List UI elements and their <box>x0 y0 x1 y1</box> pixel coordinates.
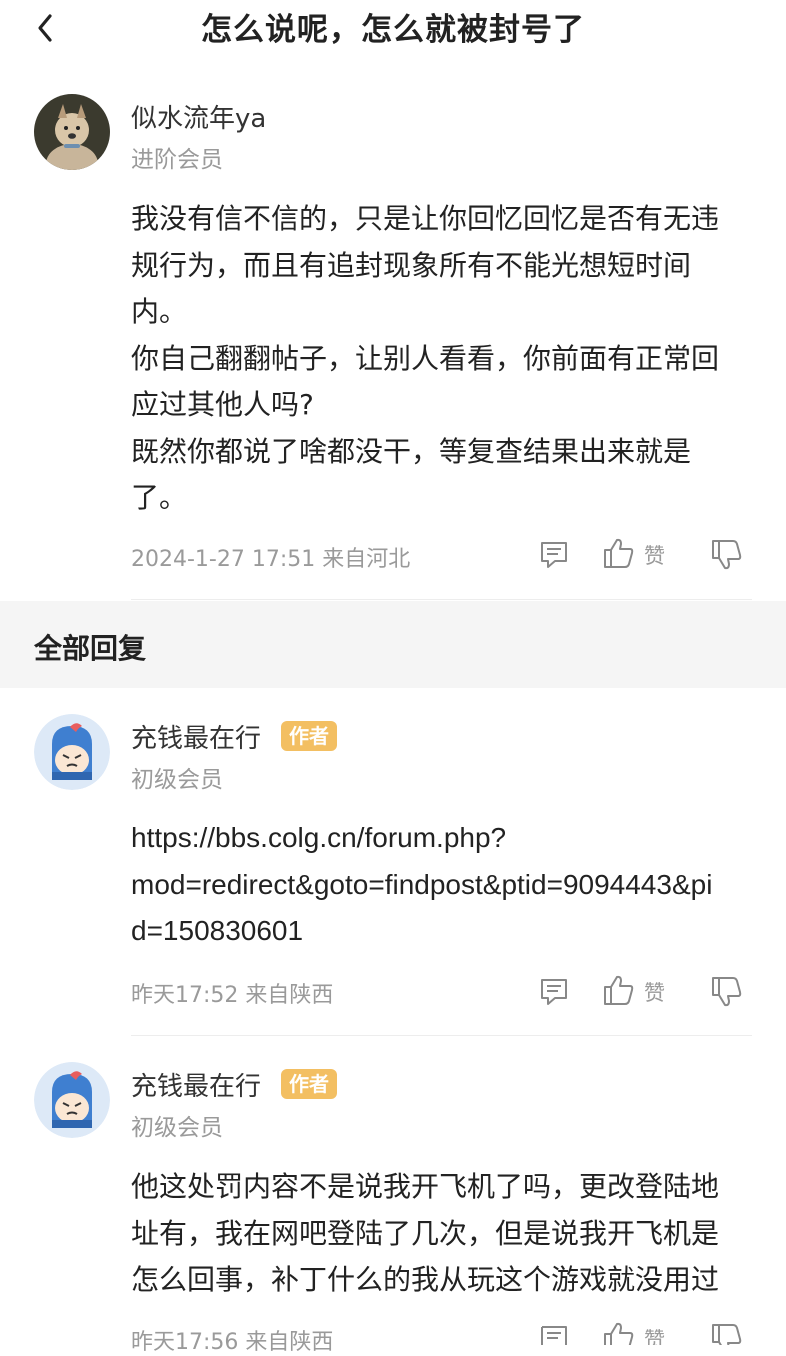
link-line[interactable]: d=150830601 <box>131 908 771 955</box>
reply-timestamp: 昨天17:52 来自陕西 <box>131 983 334 1008</box>
comment-icon <box>541 979 567 1005</box>
author-badge: 作者 <box>281 1069 337 1099</box>
thumbs-down-icon <box>712 540 742 570</box>
thumbs-down-icon <box>712 1324 742 1345</box>
back-button[interactable] <box>30 6 66 46</box>
link-line[interactable]: https://bbs.colg.cn/forum.php? <box>131 815 771 862</box>
member-level: 初级会员 <box>131 767 223 793</box>
top-bar: 怎么说呢，怎么就被封号了 <box>0 0 786 56</box>
divider <box>131 599 752 600</box>
like-button[interactable]: 赞 <box>602 973 665 1011</box>
dislike-button[interactable] <box>710 975 744 1013</box>
replies-section-header: 全部回复 <box>0 601 786 688</box>
comment-icon <box>541 542 567 568</box>
chevron-left-icon <box>38 14 52 42</box>
link-line[interactable]: mod=redirect&goto=findpost&ptid=9094443&… <box>131 862 771 909</box>
comment-button[interactable] <box>538 975 570 1011</box>
reply-content[interactable]: https://bbs.colg.cn/forum.php? mod=redir… <box>131 815 771 955</box>
post-timestamp: 2024-1-27 17:51 来自河北 <box>131 547 411 572</box>
like-label: 赞 <box>644 1328 665 1345</box>
dislike-button[interactable] <box>710 538 744 576</box>
character-avatar-icon <box>34 714 110 790</box>
page-title: 怎么说呢，怎么就被封号了 <box>201 12 585 48</box>
username[interactable]: 充钱最在行 <box>131 1066 261 1103</box>
avatar[interactable] <box>34 714 110 790</box>
username[interactable]: 似水流年ya <box>131 98 266 135</box>
dog-avatar-icon <box>34 94 110 170</box>
member-level: 进阶会员 <box>131 147 223 173</box>
like-button[interactable]: 赞 <box>602 1320 672 1345</box>
character-avatar-icon <box>34 1062 110 1138</box>
comment-button[interactable] <box>538 538 570 574</box>
post-content: 我没有信不信的，只是让你回忆回忆是否有无违 规行为，而且有追封现象所有不能光想短… <box>131 202 720 514</box>
like-button[interactable]: 赞 <box>602 536 665 570</box>
divider <box>131 1035 752 1036</box>
reply-timestamp: 昨天17:56 来自陕西 <box>131 1330 334 1355</box>
reply-content: 他这处罚内容不是说我开飞机了吗，更改登陆地 址有，我在网吧登陆了几次，但是说我开… <box>131 1170 720 1296</box>
thumbs-down-icon <box>712 977 742 1007</box>
like-label: 赞 <box>644 981 665 1005</box>
username[interactable]: 充钱最在行 <box>131 718 261 755</box>
member-level: 初级会员 <box>131 1115 223 1141</box>
thumbs-up-icon <box>604 538 634 568</box>
section-title: 全部回复 <box>34 632 147 665</box>
like-label: 赞 <box>644 544 665 568</box>
comment-icon <box>541 1326 567 1345</box>
author-badge: 作者 <box>281 721 337 751</box>
thumbs-up-icon <box>604 975 634 1005</box>
dislike-button[interactable] <box>710 1322 744 1345</box>
thumbs-up-icon <box>604 1322 634 1345</box>
avatar[interactable] <box>34 1062 110 1138</box>
avatar[interactable] <box>34 94 110 170</box>
